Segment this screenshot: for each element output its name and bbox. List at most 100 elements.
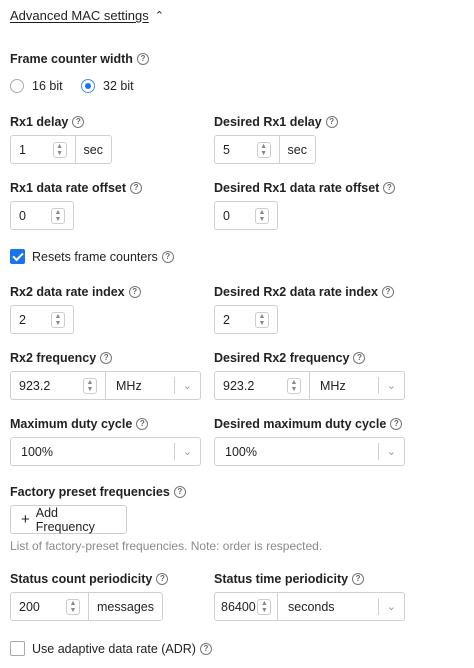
help-icon[interactable]: ? bbox=[72, 116, 85, 128]
help-icon[interactable]: ? bbox=[173, 486, 186, 498]
maximum-duty-cycle-select-inner[interactable]: 100% ⌄ bbox=[11, 438, 200, 465]
chevron-up-icon: ⌃ bbox=[154, 10, 164, 22]
desired-rx1-delay-label: Desired Rx1 delay ? bbox=[214, 115, 338, 129]
desired-rx2-frequency-stepper[interactable]: ▲ ▼ bbox=[285, 372, 303, 399]
add-frequency-button[interactable]: + Add Frequency bbox=[10, 505, 127, 534]
desired-rx2-data-rate-index-input[interactable]: 2 ▲ ▼ bbox=[214, 305, 278, 334]
adr-checkbox-row[interactable]: Use adaptive data rate (ADR) ? bbox=[10, 641, 212, 656]
desired-rx2-data-rate-index-value[interactable]: 2 bbox=[215, 306, 253, 333]
radio-32-bit-circle[interactable] bbox=[81, 79, 95, 93]
label-text: Rx2 data rate index bbox=[10, 285, 125, 299]
status-count-periodicity-label: Status count periodicity ? bbox=[10, 572, 169, 586]
desired-rx1-delay-input[interactable]: 5 ▲ ▼ sec bbox=[214, 135, 316, 164]
adr-checkbox[interactable] bbox=[10, 641, 25, 656]
desired-maximum-duty-cycle-select-inner[interactable]: 100% ⌄ bbox=[215, 438, 404, 465]
label-text: Status count periodicity bbox=[10, 572, 153, 586]
rx1-delay-stepper[interactable]: ▲ ▼ bbox=[51, 136, 69, 163]
rx1-delay-value[interactable]: 1 bbox=[11, 136, 51, 163]
desired-rx1-data-rate-offset-input[interactable]: 0 ▲ ▼ bbox=[214, 201, 278, 230]
desired-maximum-duty-cycle-select[interactable]: 100% ⌄ bbox=[214, 437, 405, 466]
chevron-down-icon: ⌄ bbox=[377, 443, 404, 460]
help-icon[interactable]: ? bbox=[128, 286, 141, 298]
help-icon[interactable]: ? bbox=[383, 182, 396, 194]
help-icon[interactable]: ? bbox=[199, 642, 212, 655]
maximum-duty-cycle-label: Maximum duty cycle ? bbox=[10, 417, 149, 431]
help-icon[interactable]: ? bbox=[130, 182, 143, 194]
label-text: Maximum duty cycle bbox=[10, 417, 133, 431]
desired-maximum-duty-cycle-value: 100% bbox=[225, 444, 257, 459]
desired-rx1-data-rate-offset-stepper[interactable]: ▲ ▼ bbox=[253, 202, 271, 229]
radio-16-bit-label: 16 bit bbox=[32, 79, 63, 93]
help-icon[interactable]: ? bbox=[161, 250, 174, 263]
rx2-frequency-value[interactable]: 923.2 bbox=[11, 372, 81, 399]
rx2-frequency-input[interactable]: 923.2 ▲ ▼ MHz ⌄ bbox=[10, 371, 201, 400]
desired-maximum-duty-cycle-label: Desired maximum duty cycle ? bbox=[214, 417, 403, 431]
rx2-frequency-unit-select[interactable]: MHz ⌄ bbox=[105, 372, 200, 399]
chevron-down-icon: ⌄ bbox=[173, 377, 200, 394]
help-icon[interactable]: ? bbox=[136, 53, 149, 65]
resets-frame-counters-checkbox-row[interactable]: Resets frame counters ? bbox=[10, 249, 174, 264]
status-count-periodicity-unit: messages bbox=[88, 593, 162, 620]
desired-rx2-frequency-unit-select[interactable]: MHz ⌄ bbox=[309, 372, 404, 399]
resets-frame-counters-checkbox[interactable] bbox=[10, 249, 25, 264]
help-icon[interactable]: ? bbox=[325, 116, 338, 128]
frame-counter-width-label: Frame counter width ? bbox=[10, 52, 149, 66]
chevron-down-icon: ⌄ bbox=[377, 598, 404, 615]
rx2-data-rate-index-input[interactable]: 2 ▲ ▼ bbox=[10, 305, 74, 334]
plus-icon: + bbox=[21, 511, 30, 528]
label-text: Factory preset frequencies bbox=[10, 485, 170, 499]
help-icon[interactable]: ? bbox=[156, 573, 169, 585]
status-time-periodicity-stepper[interactable]: ▲ ▼ bbox=[256, 593, 273, 620]
desired-rx1-data-rate-offset-value[interactable]: 0 bbox=[215, 202, 253, 229]
status-time-periodicity-label: Status time periodicity ? bbox=[214, 572, 365, 586]
rx2-frequency-label: Rx2 frequency ? bbox=[10, 351, 113, 365]
radio-32-bit[interactable]: 32 bit bbox=[81, 79, 134, 93]
desired-rx2-frequency-unit: MHz bbox=[320, 378, 346, 393]
advanced-mac-settings-toggle[interactable]: Advanced MAC settings ⌃ bbox=[10, 8, 164, 23]
help-icon[interactable]: ? bbox=[353, 352, 366, 364]
status-time-periodicity-unit: seconds bbox=[288, 599, 335, 614]
rx1-data-rate-offset-input[interactable]: 0 ▲ ▼ bbox=[10, 201, 74, 230]
rx1-data-rate-offset-stepper[interactable]: ▲ ▼ bbox=[49, 202, 67, 229]
radio-16-bit-circle[interactable] bbox=[10, 79, 24, 93]
maximum-duty-cycle-select[interactable]: 100% ⌄ bbox=[10, 437, 201, 466]
maximum-duty-cycle-value: 100% bbox=[21, 444, 53, 459]
rx1-delay-input[interactable]: 1 ▲ ▼ sec bbox=[10, 135, 112, 164]
status-count-periodicity-value[interactable]: 200 bbox=[11, 593, 64, 620]
section-title: Advanced MAC settings bbox=[10, 8, 149, 23]
help-icon[interactable]: ? bbox=[136, 418, 149, 430]
desired-rx2-frequency-value[interactable]: 923.2 bbox=[215, 372, 285, 399]
radio-16-bit[interactable]: 16 bit bbox=[10, 79, 63, 93]
label-text: Desired Rx1 data rate offset bbox=[214, 181, 380, 195]
desired-rx2-data-rate-index-label: Desired Rx2 data rate index ? bbox=[214, 285, 394, 299]
label-text: Desired Rx1 delay bbox=[214, 115, 322, 129]
rx1-delay-unit: sec bbox=[74, 136, 111, 163]
help-icon[interactable]: ? bbox=[390, 418, 403, 430]
desired-rx2-frequency-input[interactable]: 923.2 ▲ ▼ MHz ⌄ bbox=[214, 371, 405, 400]
status-time-periodicity-value[interactable]: 86400 bbox=[215, 593, 256, 620]
adr-label: Use adaptive data rate (ADR) bbox=[32, 641, 196, 656]
rx2-data-rate-index-value[interactable]: 2 bbox=[11, 306, 49, 333]
rx2-data-rate-index-stepper[interactable]: ▲ ▼ bbox=[49, 306, 67, 333]
label-text: Desired maximum duty cycle bbox=[214, 417, 387, 431]
rx1-data-rate-offset-value[interactable]: 0 bbox=[11, 202, 49, 229]
help-icon[interactable]: ? bbox=[381, 286, 394, 298]
status-count-periodicity-stepper[interactable]: ▲ ▼ bbox=[64, 593, 82, 620]
rx1-data-rate-offset-label: Rx1 data rate offset ? bbox=[10, 181, 143, 195]
status-time-periodicity-input[interactable]: 86400 ▲ ▼ seconds ⌄ bbox=[214, 592, 405, 621]
help-icon[interactable]: ? bbox=[352, 573, 365, 585]
desired-rx2-data-rate-index-stepper[interactable]: ▲ ▼ bbox=[253, 306, 271, 333]
factory-preset-note: List of factory-preset frequencies. Note… bbox=[10, 539, 323, 553]
chevron-down-icon: ⌄ bbox=[377, 377, 404, 394]
desired-rx1-delay-stepper[interactable]: ▲ ▼ bbox=[255, 136, 273, 163]
rx1-delay-label: Rx1 delay ? bbox=[10, 115, 85, 129]
help-icon[interactable]: ? bbox=[100, 352, 113, 364]
desired-rx1-data-rate-offset-label: Desired Rx1 data rate offset ? bbox=[214, 181, 396, 195]
status-count-periodicity-input[interactable]: 200 ▲ ▼ messages bbox=[10, 592, 163, 621]
desired-rx1-delay-value[interactable]: 5 bbox=[215, 136, 255, 163]
status-time-periodicity-unit-select[interactable]: seconds ⌄ bbox=[277, 593, 404, 620]
factory-preset-frequencies-label: Factory preset frequencies ? bbox=[10, 485, 186, 499]
rx2-frequency-stepper[interactable]: ▲ ▼ bbox=[81, 372, 99, 399]
label-text: Rx1 delay bbox=[10, 115, 69, 129]
desired-rx2-frequency-label: Desired Rx2 frequency ? bbox=[214, 351, 366, 365]
